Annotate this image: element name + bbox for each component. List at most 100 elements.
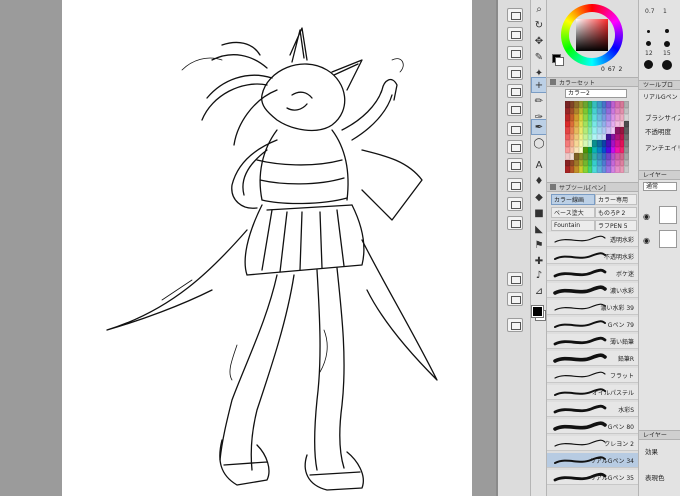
palette-color-cell[interactable] bbox=[624, 159, 629, 167]
size-value-1[interactable]: 1 bbox=[663, 8, 667, 15]
eyedropper-icon[interactable]: ✎ bbox=[532, 50, 546, 64]
brush-item-label: 不透明水彩 bbox=[603, 254, 634, 261]
zoom-icon[interactable]: ⌕ bbox=[532, 2, 546, 16]
color-and-subtool-panel: 0 67 2 カラーセット カラー2 サブツール[ペン] カラー線画 カラー専用… bbox=[546, 0, 639, 496]
brush-item[interactable]: Gペン 79 bbox=[547, 317, 639, 332]
fill-icon[interactable]: ♦ bbox=[532, 174, 546, 188]
brush-item-label: オイルパステル bbox=[591, 390, 634, 397]
expression-color-label: 表現色 bbox=[645, 474, 665, 482]
tool-bar: ⌕ ↻ ✥ ✎ ✦ + ✏ ✑ ✒ ◯ A ♦ ◆ ■ ◣ ⚑ ✚ ♪ ⊿ bbox=[530, 0, 547, 496]
hand-icon[interactable]: ↻ bbox=[532, 18, 546, 32]
layer-icon[interactable] bbox=[507, 46, 523, 60]
brush-size-dot[interactable] bbox=[662, 60, 672, 70]
file-icon[interactable] bbox=[507, 122, 523, 136]
ruler-icon[interactable]: ◣ bbox=[532, 222, 546, 236]
brush-item[interactable]: 鉛筆R bbox=[547, 351, 639, 366]
subtool-item-1[interactable]: カラー専用 bbox=[595, 194, 637, 205]
palette-color-cell[interactable] bbox=[624, 166, 629, 173]
main-color-swatch[interactable] bbox=[531, 305, 544, 318]
brush-size-dot[interactable] bbox=[647, 30, 650, 33]
brush-stroke-preview bbox=[553, 421, 607, 431]
file-icon[interactable] bbox=[507, 178, 523, 192]
drawing-canvas[interactable] bbox=[62, 0, 472, 496]
brush-size-label: ブラシサイズ bbox=[645, 114, 680, 122]
brush-item[interactable]: クレヨン 2 bbox=[547, 436, 639, 451]
palette-set-select[interactable]: カラー2 bbox=[565, 89, 627, 98]
palette-color-cell[interactable] bbox=[624, 114, 629, 121]
brush-item[interactable]: リアルGペン 34 bbox=[547, 453, 639, 468]
text-icon[interactable]: A bbox=[532, 158, 546, 172]
brush-size-dot[interactable] bbox=[646, 41, 651, 46]
correction-icon[interactable]: ⊿ bbox=[532, 284, 546, 298]
brush-item[interactable]: 薄い鉛筆 bbox=[547, 334, 639, 349]
subtool-item-3[interactable]: ものろP 2 bbox=[595, 207, 637, 218]
correction-icon[interactable]: ✚ bbox=[532, 254, 546, 268]
file-icon[interactable] bbox=[507, 292, 523, 306]
cut-icon[interactable] bbox=[507, 66, 523, 80]
color-picker-square[interactable] bbox=[576, 19, 608, 51]
palette-color-cell[interactable] bbox=[624, 107, 629, 115]
brush-item[interactable]: ボケ迷 bbox=[547, 266, 639, 281]
file-icon[interactable] bbox=[507, 8, 523, 22]
file-icon[interactable] bbox=[507, 272, 523, 286]
brush-item[interactable]: 水彩S bbox=[547, 402, 639, 417]
brush-stroke-preview bbox=[553, 353, 607, 363]
brush-item-label: クレヨン 2 bbox=[604, 441, 634, 448]
brush-size-dot[interactable] bbox=[664, 41, 670, 47]
pencil-icon[interactable]: ✏ bbox=[532, 94, 546, 108]
brush-item[interactable]: フラット bbox=[547, 368, 639, 383]
brush-item-label: フラット bbox=[609, 373, 634, 380]
color-palette-grid[interactable] bbox=[565, 101, 629, 173]
subtool-item-5[interactable]: ラフPEN 5 bbox=[595, 220, 637, 231]
correction-icon[interactable]: ⚑ bbox=[532, 238, 546, 252]
paste-icon[interactable] bbox=[507, 84, 523, 98]
canvas-workspace[interactable] bbox=[0, 0, 496, 496]
size-value-3[interactable]: 15 bbox=[663, 50, 671, 57]
brush-size-dot[interactable] bbox=[644, 60, 653, 69]
bg-mini-swatch[interactable] bbox=[555, 57, 564, 66]
palette-color-cell[interactable] bbox=[624, 127, 629, 134]
brush-item[interactable]: 透明水彩 bbox=[547, 232, 639, 247]
eraser-icon[interactable]: ◯ bbox=[532, 136, 546, 150]
blend-mode-select[interactable]: 通常 bbox=[643, 182, 677, 191]
subtool-item-0[interactable]: カラー線画 bbox=[551, 194, 595, 205]
brush-item[interactable]: 濃い水彩 bbox=[547, 283, 639, 298]
palette-color-cell[interactable] bbox=[624, 133, 629, 141]
settings-icon[interactable] bbox=[507, 102, 523, 116]
correction-icon[interactable]: ♪ bbox=[532, 268, 546, 282]
brush-item[interactable]: オイルパステル bbox=[547, 385, 639, 400]
file-icon[interactable] bbox=[507, 197, 523, 211]
file-icon[interactable] bbox=[507, 140, 523, 154]
eye-icon[interactable]: ◉ bbox=[643, 236, 650, 245]
figure-icon[interactable]: ■ bbox=[532, 206, 546, 220]
gradient-icon[interactable]: ◆ bbox=[532, 190, 546, 204]
size-value-0[interactable]: 0.7 bbox=[645, 8, 655, 15]
subtool-item-2[interactable]: ベース塗大 bbox=[551, 207, 595, 218]
palette-color-cell[interactable] bbox=[624, 101, 629, 108]
layer-thumbnail[interactable] bbox=[659, 230, 677, 248]
pen-icon[interactable]: + bbox=[531, 77, 547, 93]
copy-icon[interactable] bbox=[507, 27, 523, 41]
brush-item[interactable]: Gペン 80 bbox=[547, 419, 639, 434]
brush-item-label: Gペン 80 bbox=[607, 424, 634, 431]
layer-thumbnail[interactable] bbox=[659, 206, 677, 224]
subtool-item-4[interactable]: Fountain bbox=[551, 220, 595, 231]
eye-icon[interactable]: ◉ bbox=[643, 212, 650, 221]
color-wheel[interactable] bbox=[561, 4, 623, 66]
size-value-2[interactable]: 12 bbox=[645, 50, 653, 57]
color-readout: 0 67 2 bbox=[601, 66, 622, 73]
brush-size-dot[interactable] bbox=[665, 29, 669, 33]
transform-icon[interactable] bbox=[507, 318, 523, 332]
palette-color-cell[interactable] bbox=[624, 120, 629, 128]
airbrush-icon[interactable]: ✒ bbox=[531, 119, 547, 135]
settings-icon[interactable] bbox=[507, 158, 523, 172]
layer-icon[interactable] bbox=[507, 216, 523, 230]
palette-color-cell[interactable] bbox=[624, 153, 629, 160]
brush-item[interactable]: リアルGペン 35 bbox=[547, 470, 639, 485]
palette-color-cell[interactable] bbox=[624, 140, 629, 147]
move-icon[interactable]: ✥ bbox=[532, 34, 546, 48]
palette-color-cell[interactable] bbox=[624, 146, 629, 154]
brush-item[interactable]: 不透明水彩 bbox=[547, 249, 639, 264]
layer-property-header: レイヤー bbox=[639, 430, 680, 440]
brush-item[interactable]: 濃い水彩 39 bbox=[547, 300, 639, 315]
